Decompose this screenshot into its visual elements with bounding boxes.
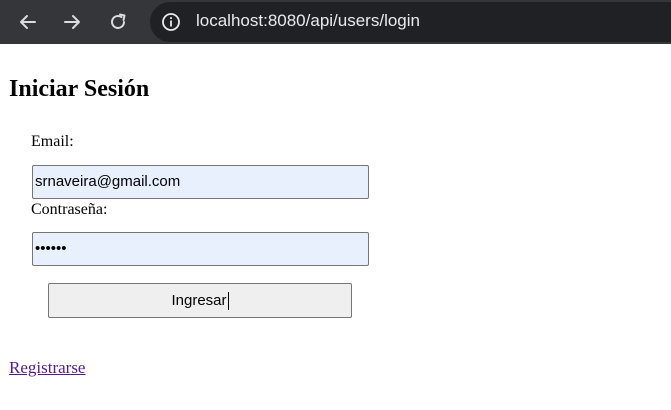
info-icon	[162, 13, 180, 31]
submit-button[interactable]: Ingresar	[48, 283, 352, 318]
register-link[interactable]: Registrarse	[9, 357, 85, 379]
email-field[interactable]: srnaveira@gmail.com	[32, 165, 369, 199]
site-info-button[interactable]	[161, 12, 181, 32]
password-field[interactable]: ••••••	[32, 232, 369, 266]
reload-button[interactable]	[107, 11, 129, 33]
page-title: Iniciar Sesión	[9, 76, 150, 102]
reload-icon	[111, 13, 126, 29]
password-label: Contraseña:	[31, 201, 108, 218]
arrow-left-icon	[20, 15, 36, 29]
submit-button-label: Ingresar	[171, 292, 227, 309]
url-text[interactable]: localhost:8080/api/users/login	[196, 10, 420, 32]
email-label: Email:	[31, 133, 74, 150]
text-cursor	[227, 291, 229, 310]
back-button[interactable]	[17, 11, 39, 33]
browser-toolbar: localhost:8080/api/users/login	[0, 0, 671, 44]
arrow-right-icon	[64, 15, 80, 29]
page-content-top	[0, 44, 671, 50]
forward-button[interactable]	[61, 11, 83, 33]
